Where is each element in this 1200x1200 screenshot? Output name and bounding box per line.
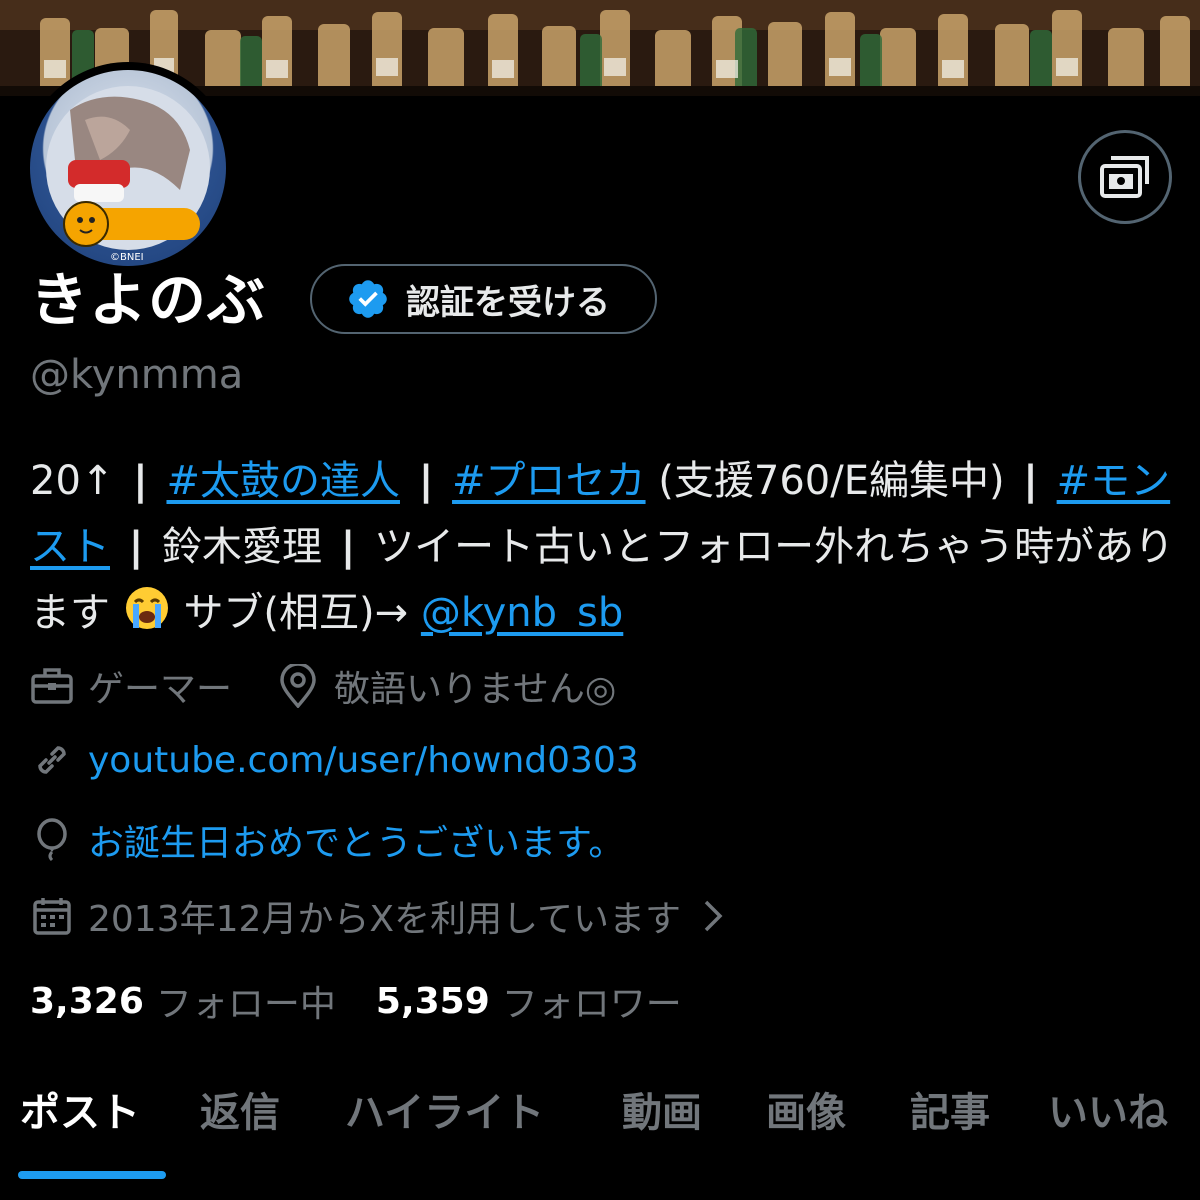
bio-separator: | xyxy=(133,458,148,504)
verified-badge-icon xyxy=(349,280,387,318)
tab-likes[interactable]: いいね xyxy=(1048,1080,1168,1138)
website-link[interactable]: youtube.com/user/hownd0303 xyxy=(88,740,639,781)
balloon-icon xyxy=(30,818,74,862)
birthday-row: お誕生日おめでとうございます。 xyxy=(30,814,624,866)
joined-row[interactable]: 2013年12月からXを利用しています xyxy=(30,890,749,942)
bio-separator: | xyxy=(128,524,144,570)
bio-separator: | xyxy=(1023,458,1038,504)
media-viewer-icon xyxy=(1100,156,1149,198)
tab-highlights[interactable]: ハイライト xyxy=(345,1080,544,1138)
get-verified-label: 認証を受ける xyxy=(406,282,610,323)
loudly-crying-face-icon xyxy=(125,587,168,629)
hashtag-taiko-link[interactable]: #太鼓の達人 xyxy=(166,458,400,504)
calendar-icon xyxy=(30,894,74,938)
bio: 20↑ | #太鼓の達人 | #プロセカ (支援760/E編集中) | #モンス… xyxy=(30,448,1180,646)
following-count[interactable]: 3,326 xyxy=(30,981,144,1022)
profile-tabs: ポスト 返信 ハイライト 動画 画像 記事 いいね xyxy=(0,1080,1200,1150)
media-viewer-button[interactable] xyxy=(1078,130,1172,224)
chevron-right-icon xyxy=(691,894,735,938)
profile-meta-row: ゲーマー 敬語いりません◎ xyxy=(30,660,616,712)
tab-posts[interactable]: ポスト xyxy=(20,1080,140,1138)
tab-replies[interactable]: 返信 xyxy=(200,1080,280,1138)
briefcase-icon xyxy=(30,664,74,708)
location-text: 敬語いりません◎ xyxy=(334,669,617,710)
link-icon xyxy=(30,738,74,782)
following-label[interactable]: フォロー中 xyxy=(156,975,336,1027)
avatar[interactable]: ©BNEI xyxy=(30,70,226,266)
joined-text: 2013年12月からXを利用しています xyxy=(88,899,682,940)
tab-images[interactable]: 画像 xyxy=(766,1080,846,1138)
bio-text: サブ(相互)→ xyxy=(183,590,409,636)
category-text: ゲーマー xyxy=(88,669,233,710)
followers-count[interactable]: 5,359 xyxy=(376,981,490,1022)
avatar-image: ©BNEI xyxy=(46,86,210,263)
handle: @kynmma xyxy=(30,352,244,398)
tab-videos[interactable]: 動画 xyxy=(622,1080,702,1138)
followers-label[interactable]: フォロワー xyxy=(502,975,682,1027)
hashtag-proseka-link[interactable]: #プロセカ xyxy=(452,458,646,504)
display-name: きよのぶ xyxy=(30,266,267,334)
bio-text: 鈴木愛理 xyxy=(162,524,323,570)
active-tab-indicator xyxy=(18,1171,166,1179)
birthday-text[interactable]: お誕生日おめでとうございます。 xyxy=(88,814,624,866)
bio-separator: | xyxy=(418,458,434,504)
bio-separator: | xyxy=(340,524,356,570)
bio-text: (支援760/E編集中) xyxy=(658,458,1005,504)
follow-stats: 3,326 フォロー中 5,359 フォロワー xyxy=(30,975,722,1027)
website-row: youtube.com/user/hownd0303 xyxy=(30,738,639,782)
location-pin-icon xyxy=(276,664,320,708)
get-verified-button[interactable]: 認証を受ける xyxy=(310,264,657,334)
bio-text: 20↑ xyxy=(30,458,115,504)
tab-articles[interactable]: 記事 xyxy=(910,1080,990,1138)
mention-link[interactable]: @kynb_sb xyxy=(421,590,623,636)
